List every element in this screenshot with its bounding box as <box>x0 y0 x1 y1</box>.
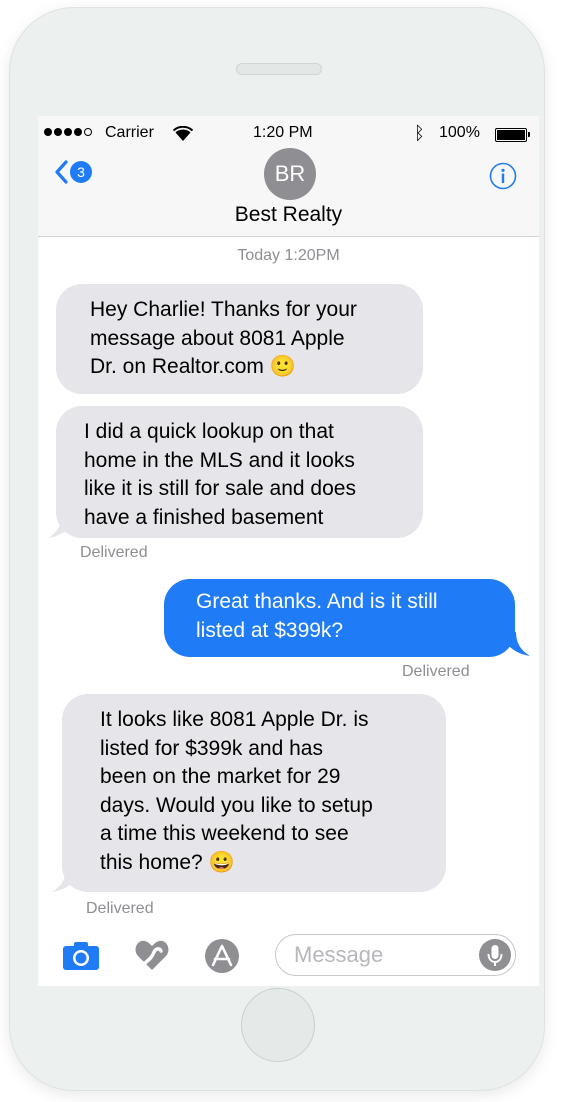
conversation-header: Carrier 1:20 PM ᛒ 100% 3 BR Best Realty <box>38 116 539 237</box>
phone-frame: Carrier 1:20 PM ᛒ 100% 3 BR Best Realty <box>10 8 544 1090</box>
bubble-tail <box>500 632 530 656</box>
camera-icon[interactable] <box>62 940 100 972</box>
back-button[interactable]: 3 <box>54 160 92 184</box>
message-bubble-outgoing[interactable]: Great thanks. And is it still listed at … <box>164 579 515 657</box>
microphone-button[interactable] <box>479 939 511 971</box>
bubble-tail <box>48 514 78 538</box>
delivery-status: Delivered <box>86 900 154 917</box>
speaker-grille <box>236 63 322 75</box>
back-chevron-icon <box>55 160 68 184</box>
unread-count-badge: 3 <box>70 161 92 183</box>
message-input[interactable] <box>275 934 516 976</box>
message-bubble-incoming[interactable]: It looks like 8081 Apple Dr. is listed f… <box>62 694 446 892</box>
battery-icon <box>495 128 530 142</box>
carrier-name: Carrier <box>105 124 154 141</box>
contact-name[interactable]: Best Realty <box>38 203 539 227</box>
message-timestamp: Today 1:20PM <box>237 247 340 264</box>
message-text-field[interactable] <box>294 941 464 969</box>
microphone-icon <box>487 945 503 966</box>
message-bubble-incoming[interactable]: Hey Charlie! Thanks for your message abo… <box>56 284 423 394</box>
contact-avatar[interactable]: BR <box>264 148 316 200</box>
status-bar: Carrier 1:20 PM ᛒ 100% <box>38 123 539 146</box>
app-store-glyph <box>211 944 233 967</box>
signal-icon <box>44 128 92 136</box>
app-store-icon[interactable] <box>205 939 239 973</box>
status-time: 1:20 PM <box>253 124 313 141</box>
info-icon[interactable] <box>489 162 517 190</box>
delivery-status: Delivered <box>80 544 148 561</box>
digital-touch-icon[interactable] <box>134 938 170 972</box>
compose-toolbar <box>38 928 539 986</box>
messages-screen: Carrier 1:20 PM ᛒ 100% 3 BR Best Realty <box>38 116 539 986</box>
message-bubble-incoming[interactable]: I did a quick lookup on that home in the… <box>56 406 423 538</box>
wifi-icon <box>173 126 193 141</box>
bubble-tail <box>52 868 82 892</box>
bluetooth-icon: ᛒ <box>414 123 425 143</box>
delivery-status: Delivered <box>402 663 470 680</box>
battery-percentage: 100% <box>439 124 480 141</box>
home-button[interactable] <box>241 988 315 1062</box>
